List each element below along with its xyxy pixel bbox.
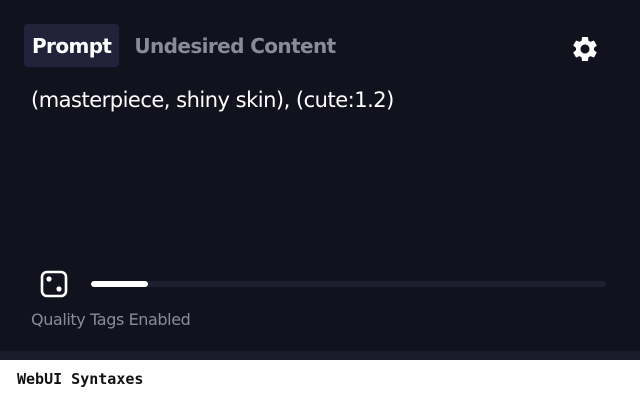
token-usage-fill	[91, 281, 148, 287]
gear-icon[interactable]	[570, 34, 600, 64]
prompt-tabs: Prompt Undesired Content	[24, 24, 344, 67]
tab-undesired-content[interactable]: Undesired Content	[126, 24, 343, 67]
prompt-panel: Prompt Undesired Content (masterpiece, s…	[0, 0, 640, 351]
prompt-text[interactable]: (masterpiece, shiny skin), (cute:1.2)	[31, 88, 611, 112]
dice-icon[interactable]	[39, 269, 69, 299]
panel-divider	[0, 351, 640, 360]
quality-tags-label: Quality Tags Enabled	[31, 310, 191, 329]
tab-prompt[interactable]: Prompt	[24, 24, 120, 67]
caption: WebUI Syntaxes	[17, 370, 144, 388]
token-usage-bar	[91, 281, 606, 287]
